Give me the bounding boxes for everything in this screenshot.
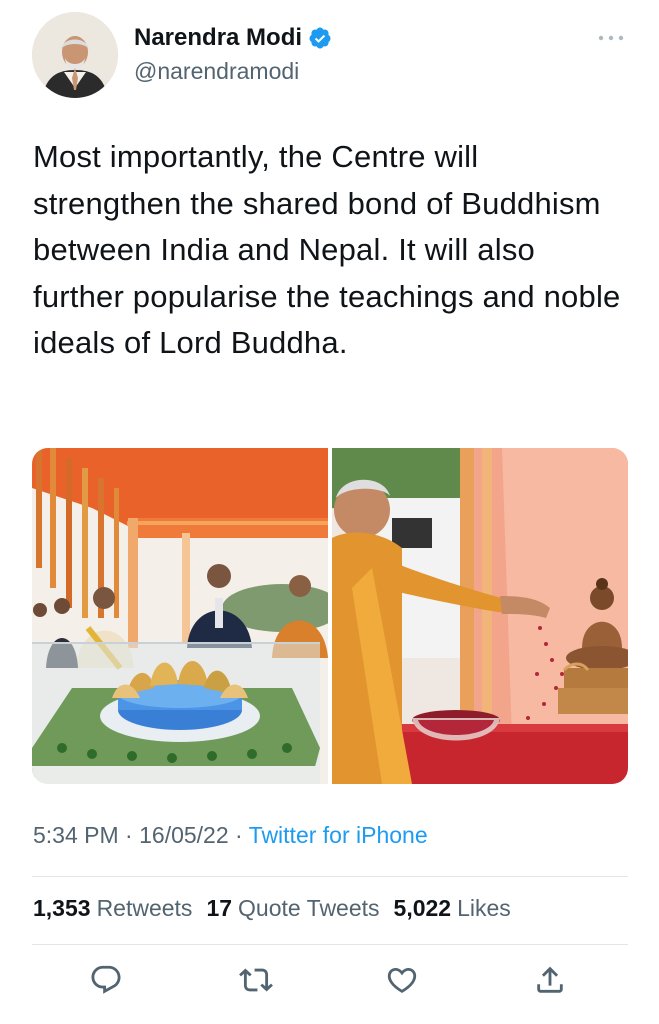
tweet-meta: 5:34 PM · 16/05/22 · Twitter for iPhone	[33, 822, 428, 849]
avatar[interactable]	[32, 12, 118, 98]
retweets-label: Retweets	[96, 895, 193, 921]
divider	[32, 944, 628, 945]
divider	[32, 876, 628, 877]
likes-count: 5,022	[393, 895, 452, 921]
share-icon[interactable]	[533, 963, 567, 997]
media-photo-offering[interactable]	[332, 448, 628, 784]
quote-tweets-stat[interactable]: 17 Quote Tweets	[206, 895, 379, 922]
likes-stat[interactable]: 5,022 Likes	[394, 895, 511, 922]
action-bar	[0, 955, 659, 1007]
likes-label: Likes	[457, 895, 511, 921]
more-options-icon[interactable]	[596, 28, 626, 48]
tweet-header: Narendra Modi @narendramodi	[0, 0, 659, 110]
reply-icon[interactable]	[89, 963, 123, 997]
tweet-date[interactable]: 16/05/22	[139, 822, 229, 848]
meta-separator: ·	[228, 822, 249, 848]
user-handle[interactable]: @narendramodi	[134, 58, 299, 85]
tweet-time[interactable]: 5:34 PM	[33, 822, 119, 848]
quote-tweets-count: 17	[206, 895, 233, 921]
quote-tweets-label: Quote Tweets	[238, 895, 380, 921]
retweet-icon[interactable]	[239, 963, 273, 997]
retweets-stat[interactable]: 1,353 Retweets	[33, 895, 192, 922]
tweet-source-link[interactable]: Twitter for iPhone	[249, 822, 428, 848]
name-row: Narendra Modi	[134, 24, 332, 52]
verified-badge-icon	[308, 26, 332, 50]
meta-separator: ·	[118, 822, 140, 848]
retweets-count: 1,353	[33, 895, 91, 921]
tweet-media	[32, 448, 628, 784]
display-name[interactable]: Narendra Modi	[134, 24, 302, 52]
media-photo-model[interactable]	[32, 448, 328, 784]
like-icon[interactable]	[385, 963, 419, 997]
engagement-stats: 1,353 Retweets 17 Quote Tweets 5,022 Likes	[33, 895, 511, 922]
tweet-text: Most importantly, the Centre will streng…	[33, 139, 621, 360]
